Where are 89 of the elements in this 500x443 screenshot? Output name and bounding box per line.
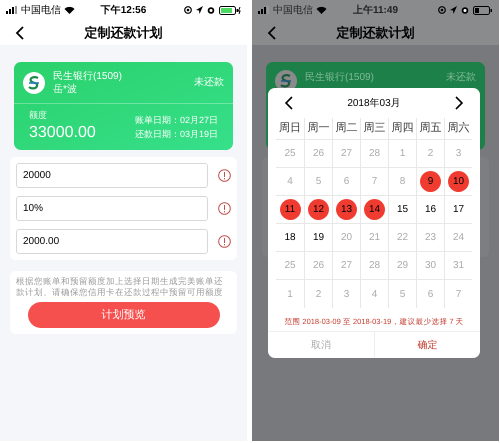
limit-label: 额度	[29, 109, 48, 122]
repayment-status: 未还款	[194, 76, 224, 90]
alert-icon[interactable]	[218, 235, 231, 248]
weekday-label: 周一	[304, 118, 332, 140]
calendar-day[interactable]: 2	[308, 284, 329, 304]
calendar-day[interactable]: 8	[392, 171, 413, 192]
weekday-label: 周三	[360, 118, 388, 140]
alert-icon[interactable]	[218, 202, 231, 215]
calendar-day[interactable]: 5	[308, 171, 329, 192]
calendar-day[interactable]: 5	[392, 284, 413, 304]
battery-icon	[473, 6, 493, 14]
calendar-day[interactable]: 31	[448, 255, 469, 276]
calendar-day[interactable]: 29	[392, 255, 413, 276]
limit-amount: 33000.00	[29, 122, 97, 142]
calendar-day[interactable]: 9	[420, 171, 441, 192]
previous-month-icon[interactable]	[284, 96, 293, 110]
back-icon[interactable]	[15, 26, 24, 40]
weekday-label: 周日	[276, 118, 304, 140]
calendar-day[interactable]: 27	[336, 255, 357, 276]
calendar-day[interactable]: 3	[336, 284, 357, 304]
calendar-day[interactable]: 28	[364, 143, 385, 164]
bank-name: 民生银行(1509)	[305, 70, 375, 85]
input-field[interactable]: 10%	[16, 196, 208, 221]
preview-button[interactable]: 计划预览	[28, 302, 220, 328]
alert-icon[interactable]	[218, 169, 231, 182]
calendar-day[interactable]: 7	[448, 284, 469, 304]
calendar-day[interactable]: 21	[364, 227, 385, 248]
signal-icon	[6, 6, 18, 14]
calendar-day[interactable]: 16	[420, 199, 441, 220]
calendar-day[interactable]: 12	[308, 199, 329, 220]
carrier-name: 中国电信	[21, 4, 61, 18]
weekday-label: 周二	[332, 118, 360, 140]
clock-time: 上午11:49	[352, 4, 400, 18]
calendar-day[interactable]: 3	[448, 143, 469, 164]
calendar-day[interactable]: 20	[336, 227, 357, 248]
cancel-button[interactable]: 取消	[268, 332, 374, 358]
calendar-day[interactable]: 10	[448, 171, 469, 192]
carrier-name: 中国电信	[273, 4, 313, 18]
input-field[interactable]: 20000	[16, 163, 208, 188]
month-label: 2018年03月	[347, 96, 401, 110]
bill-date: 账单日期：02月27日	[134, 114, 218, 127]
calendar-day[interactable]: 28	[364, 255, 385, 276]
page-title: 定制还款计划	[84, 24, 162, 42]
location-icon	[450, 6, 457, 14]
calendar-day[interactable]: 1	[392, 143, 413, 164]
calendar-day[interactable]: 18	[280, 227, 300, 248]
repayment-status: 未还款	[446, 70, 476, 85]
weekday-label: 周五	[416, 118, 444, 140]
signal-icon	[258, 6, 270, 14]
next-month-icon[interactable]	[455, 96, 464, 110]
calendar-day[interactable]: 26	[308, 255, 329, 276]
calendar-day[interactable]: 25	[280, 143, 300, 164]
calendar-day[interactable]: 15	[392, 199, 413, 220]
weekday-label: 周四	[388, 118, 416, 140]
bank-card[interactable]: 民生银行(1509) 岳*波 未还款 额度 33000.00 账单日期：02月27日 还款日期：03月19日	[14, 62, 233, 150]
calendar-day[interactable]: 2	[420, 143, 441, 164]
calendar-day[interactable]: 4	[280, 171, 300, 192]
calendar-day[interactable]: 22	[392, 227, 413, 248]
wifi-icon	[316, 6, 327, 14]
calendar-day[interactable]: 30	[420, 255, 441, 276]
calendar-day[interactable]: 19	[308, 227, 329, 248]
calendar-day[interactable]: 14	[364, 199, 385, 220]
calendar-day[interactable]: 13	[336, 199, 357, 220]
calendar-day[interactable]: 17	[448, 199, 469, 220]
repayment-date: 还款日期：03月19日	[134, 128, 218, 141]
calendar-day[interactable]: 4	[364, 284, 385, 304]
page-title: 定制还款计划	[336, 24, 414, 42]
calendar-day[interactable]: 6	[336, 171, 357, 192]
card-holder: 岳*波	[53, 82, 78, 96]
calendar-day[interactable]: 6	[420, 284, 441, 304]
location-icon	[196, 6, 203, 14]
hint-text: 根据您账单和预留额度加上选择日期生成完美账单还款计划、请确保您信用卡在还款过程中预留可用额度	[16, 276, 224, 298]
confirm-button[interactable]: 确定	[374, 332, 480, 358]
battery-icon	[219, 6, 241, 14]
bank-name: 民生银行(1509)	[53, 70, 123, 82]
bank-logo-icon	[23, 72, 45, 94]
calendar-day[interactable]: 27	[336, 143, 357, 164]
back-icon[interactable]	[267, 26, 276, 40]
calendar-day[interactable]: 1	[280, 284, 300, 304]
weekday-label: 周六	[444, 118, 472, 140]
calendar-day[interactable]: 7	[364, 171, 385, 192]
clock-time: 下午12:56	[100, 4, 148, 18]
calendar-day[interactable]: 23	[420, 227, 441, 248]
calendar-day[interactable]: 25	[280, 255, 300, 276]
wifi-icon	[64, 6, 75, 14]
calendar-day[interactable]: 24	[448, 227, 469, 248]
calendar-day[interactable]: 11	[280, 199, 300, 220]
input-field[interactable]: 2000.00	[16, 229, 208, 254]
calendar-day[interactable]: 26	[308, 143, 329, 164]
